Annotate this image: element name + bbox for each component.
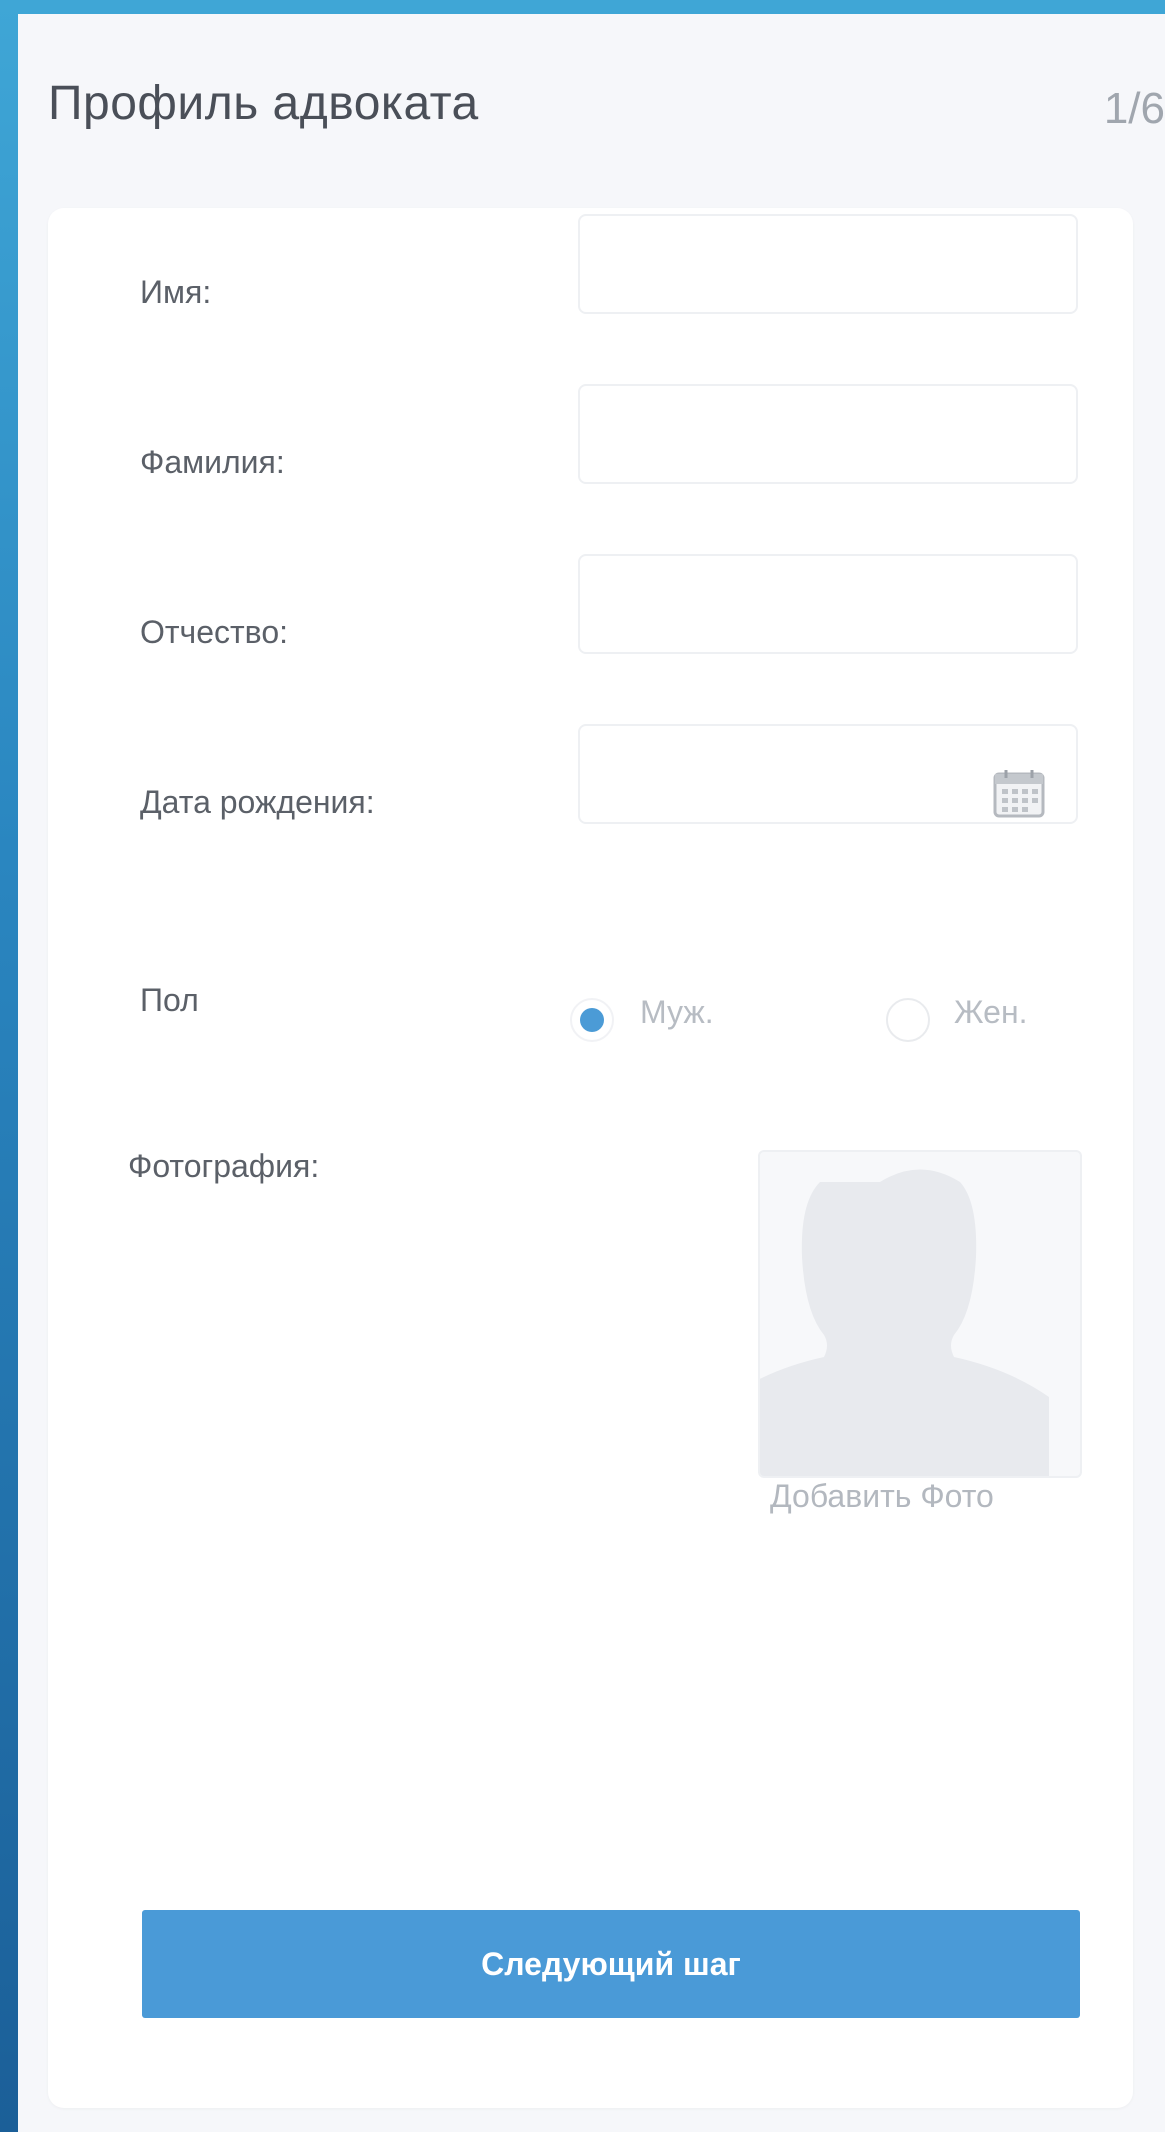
app-frame: Профиль адвоката 1/6 Имя: Фамилия: Отчес…	[18, 14, 1165, 2132]
page-title: Профиль адвоката	[48, 77, 479, 130]
gender-male-label[interactable]: Муж.	[640, 994, 714, 1031]
gender-male-radio[interactable]	[570, 998, 614, 1042]
gender-female-label[interactable]: Жен.	[954, 994, 1028, 1031]
photo-upload-area[interactable]	[758, 1150, 1082, 1478]
next-step-button[interactable]: Следующий шаг	[142, 1910, 1080, 2018]
first-name-label: Имя:	[140, 274, 212, 310]
calendar-icon[interactable]	[992, 768, 1046, 818]
patronymic-label: Отчество:	[140, 614, 288, 650]
last-name-label: Фамилия:	[140, 444, 285, 480]
gender-label: Пол	[140, 982, 199, 1018]
patronymic-input[interactable]	[578, 554, 1078, 654]
photo-label: Фотография:	[128, 1148, 320, 1184]
step-counter: 1/6	[1103, 84, 1165, 133]
add-photo-link[interactable]: Добавить Фото	[770, 1478, 994, 1515]
first-name-input[interactable]	[578, 214, 1078, 314]
birth-date-label: Дата рождения:	[140, 784, 375, 820]
avatar-silhouette-icon	[760, 1169, 1049, 1476]
last-name-input[interactable]	[578, 384, 1078, 484]
profile-form-card: Имя: Фамилия: Отчество: Дата рождения: П…	[48, 208, 1133, 2108]
gender-female-radio[interactable]	[886, 998, 930, 1042]
